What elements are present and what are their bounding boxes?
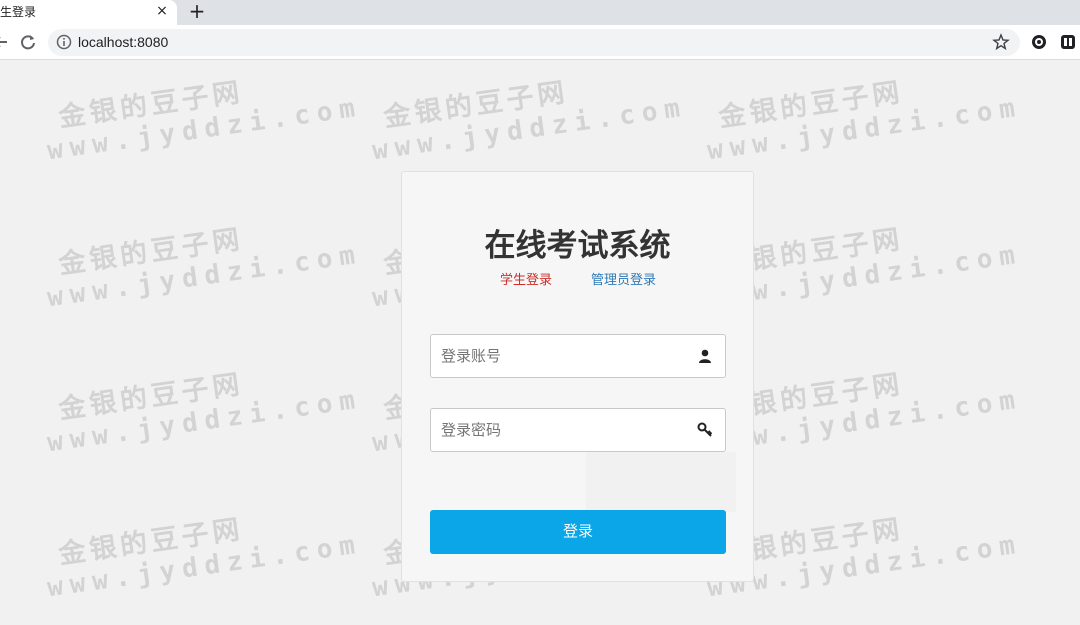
password-field[interactable] [430,408,726,452]
password-input[interactable] [431,409,686,451]
key-icon [697,422,713,437]
login-card: 在线考试系统 学生登录 管理员登录 登录 [401,171,754,582]
back-arrow-icon[interactable] [0,33,10,51]
login-button[interactable]: 登录 [430,510,726,554]
address-bar[interactable]: localhost:8080 [48,29,1020,56]
star-icon[interactable] [992,33,1010,51]
watermark: 金银的豆子网www.jyddzi.com [45,76,364,167]
tab-title: 生登录 [0,5,37,19]
tab-close-icon[interactable]: × [155,1,169,21]
extension-icon[interactable] [1059,33,1077,51]
extension-icon[interactable] [1030,33,1048,51]
account-field[interactable] [430,334,726,378]
watermark: 金银的豆子网www.jyddzi.com [45,513,364,604]
account-input[interactable] [431,335,686,377]
browser-tab[interactable]: 生登录 × [0,0,177,25]
background-panel [586,452,736,512]
user-icon [699,349,711,363]
url-text: localhost:8080 [78,34,169,50]
browser-toolbar: localhost:8080 [0,25,1080,60]
watermark: 金银的豆子网www.jyddzi.com [45,368,364,459]
reload-icon[interactable] [19,33,37,51]
page-title: 在线考试系统 [484,228,671,264]
info-icon[interactable] [56,34,72,50]
watermark: 金银的豆子网www.jyddzi.com [45,223,364,314]
watermark: 金银的豆子网www.jyddzi.com [370,76,689,167]
admin-login-tab[interactable]: 管理员登录 [591,269,656,288]
student-login-tab[interactable]: 学生登录 [500,269,552,288]
tab-strip: 生登录 × + [0,0,1080,25]
new-tab-button[interactable]: + [188,0,206,24]
watermark: 金银的豆子网www.jyddzi.com [705,76,1024,167]
